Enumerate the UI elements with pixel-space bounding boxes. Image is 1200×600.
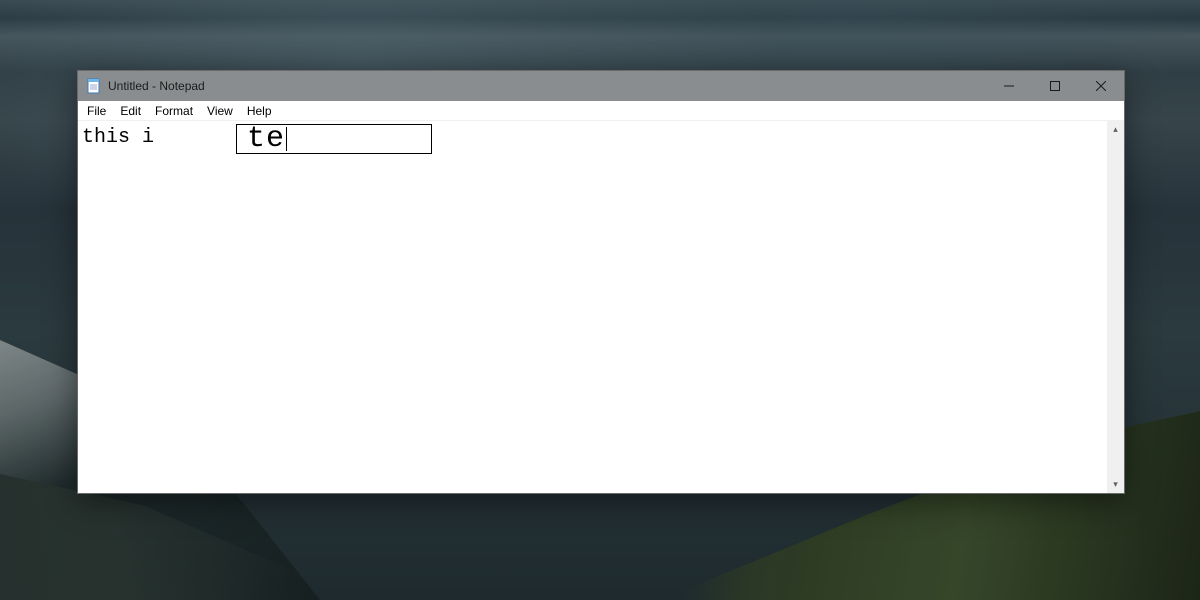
window-title: Untitled - Notepad (108, 79, 205, 93)
maximize-button[interactable] (1032, 71, 1078, 101)
menu-format[interactable]: Format (148, 103, 200, 119)
titlebar[interactable]: Untitled - Notepad (78, 71, 1124, 101)
desktop-wallpaper: Untitled - Notepad File Edit Format View… (0, 0, 1200, 600)
ime-text: te (247, 126, 285, 152)
minimize-button[interactable] (986, 71, 1032, 101)
menu-edit[interactable]: Edit (113, 103, 148, 119)
scroll-up-icon[interactable]: ▴ (1107, 121, 1124, 138)
scroll-down-icon[interactable]: ▾ (1107, 476, 1124, 493)
ime-composition-window[interactable]: te (236, 124, 432, 154)
close-button[interactable] (1078, 71, 1124, 101)
menu-view[interactable]: View (200, 103, 240, 119)
menubar: File Edit Format View Help (78, 101, 1124, 121)
editor-area[interactable]: this i te ▴ ▾ (78, 121, 1124, 493)
notepad-window: Untitled - Notepad File Edit Format View… (77, 70, 1125, 494)
editor-text[interactable]: this i (82, 127, 154, 149)
ime-caret-icon (286, 127, 287, 151)
menu-help[interactable]: Help (240, 103, 279, 119)
vertical-scrollbar[interactable]: ▴ ▾ (1107, 121, 1124, 493)
notepad-app-icon (86, 78, 102, 94)
menu-file[interactable]: File (80, 103, 113, 119)
